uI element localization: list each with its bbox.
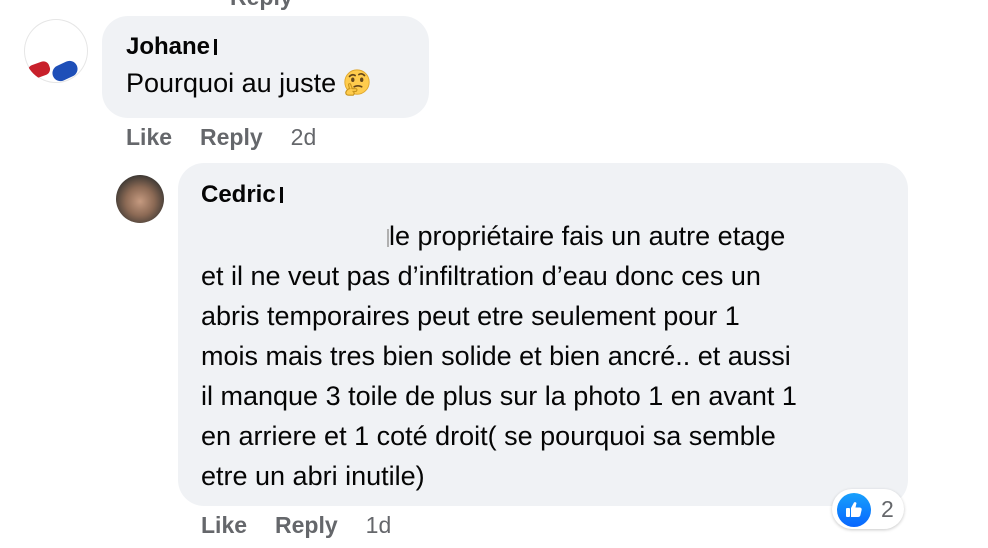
comment-actions: Like Reply 2d (126, 124, 316, 151)
thinking-face-icon (344, 69, 370, 96)
author-name[interactable]: Cedric (201, 181, 276, 208)
comment-bubble (102, 16, 429, 118)
like-button[interactable]: Like (126, 124, 172, 150)
comment-actions: Like Reply 1d (201, 512, 391, 539)
avatar[interactable] (24, 19, 88, 83)
reaction-summary[interactable]: 2 (832, 489, 904, 529)
comment-text-content: Pourquoi au juste (126, 68, 337, 98)
comment-text-line: et il ne veut pas d’infiltration d’eau d… (201, 261, 761, 291)
comment-author[interactable]: Cedric (201, 181, 283, 209)
comment-text: le propriétaire fais un autre etage et i… (201, 216, 901, 496)
comment-text-line: etre un abri inutile) (201, 461, 425, 491)
timestamp[interactable]: 2d (291, 124, 317, 150)
reply-button[interactable]: Reply (200, 124, 263, 150)
redaction-mark (387, 229, 389, 247)
avatar[interactable] (116, 175, 164, 223)
timestamp[interactable]: 1d (366, 512, 392, 538)
reaction-count: 2 (881, 496, 894, 522)
comment-text-line: le propriétaire fais un autre etage (201, 216, 901, 256)
comment-text-content: le propriétaire fais un autre etage (389, 221, 786, 251)
comment-text-line: en arriere et 1 coté droit( se pourquoi … (201, 421, 776, 451)
author-name[interactable]: Johane (126, 33, 210, 60)
comment-text: Pourquoi au juste (126, 68, 372, 99)
thumbs-up-icon (837, 493, 871, 527)
comment-text-line: mois mais tres bien solide et bien ancré… (201, 341, 791, 371)
like-button[interactable]: Like (201, 512, 247, 538)
comment-author[interactable]: Johane (126, 33, 218, 61)
redaction-mark (279, 187, 283, 203)
comment-text-line: abris temporaires peut etre seulement po… (201, 301, 740, 331)
previous-reply-link[interactable]: Reply (230, 0, 293, 11)
reply-button[interactable]: Reply (275, 512, 338, 538)
redaction-mark (214, 39, 218, 55)
comment-text-line: il manque 3 toile de plus sur la photo 1… (201, 381, 797, 411)
